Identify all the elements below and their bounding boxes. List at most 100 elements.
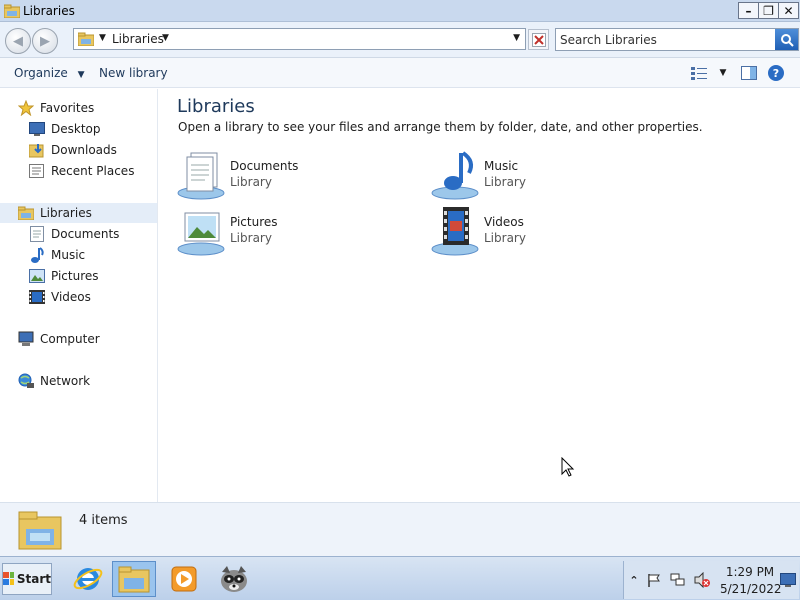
- svg-text:?: ?: [773, 67, 779, 80]
- search-box[interactable]: [555, 28, 799, 51]
- back-button[interactable]: ◀: [5, 28, 31, 54]
- breadcrumb-dropdown-icon[interactable]: ▼: [162, 33, 169, 43]
- sidebar-item-desktop[interactable]: Desktop: [29, 119, 101, 139]
- content-pane: Libraries Open a library to see your fil…: [160, 89, 800, 502]
- network-tray-icon[interactable]: [670, 572, 686, 588]
- back-arrow-icon: ◀: [13, 33, 23, 49]
- taskbar-app-windows-explorer[interactable]: [112, 561, 156, 597]
- help-button[interactable]: ?: [767, 64, 785, 82]
- close-icon: ✕: [783, 3, 794, 18]
- music-library-icon: [431, 151, 481, 201]
- library-item-pictures[interactable]: Pictures Library: [177, 207, 427, 259]
- preview-pane-button[interactable]: [740, 64, 758, 82]
- taskbar-app-raccoon[interactable]: [212, 561, 256, 597]
- start-button[interactable]: Start: [2, 563, 52, 595]
- clock-date[interactable]: 5/21/2022: [720, 582, 782, 596]
- sidebar-item-label: Music: [51, 248, 86, 262]
- page-description: Open a library to see your files and arr…: [178, 120, 703, 134]
- address-history-dropdown-icon[interactable]: ▼: [513, 33, 520, 43]
- address-bar[interactable]: ▼ Libraries ▼ ▼: [73, 28, 526, 50]
- library-type: Library: [230, 175, 272, 189]
- library-name: Documents: [230, 159, 299, 173]
- refresh-button[interactable]: [528, 29, 549, 50]
- library-item-music[interactable]: Music Library: [431, 151, 681, 203]
- close-button[interactable]: ✕: [778, 2, 799, 19]
- pictures-library-icon: [177, 207, 227, 257]
- documents-icon: [29, 226, 45, 242]
- sidebar-item-videos[interactable]: Videos: [29, 287, 91, 307]
- chevron-down-icon: ▼: [77, 70, 85, 80]
- action-center-flag-icon[interactable]: [646, 572, 662, 588]
- sidebar-item-documents[interactable]: Documents: [29, 224, 119, 244]
- forward-button[interactable]: ▶: [32, 28, 58, 54]
- libraries-icon: [18, 205, 34, 221]
- change-view-button[interactable]: [690, 64, 708, 82]
- taskbar-app-media-player[interactable]: [162, 561, 206, 597]
- organize-menu[interactable]: Organize ▼: [14, 66, 85, 80]
- organize-label: Organize: [14, 66, 68, 80]
- volume-muted-icon[interactable]: [694, 572, 710, 588]
- library-type: Library: [230, 231, 272, 245]
- item-count: 4 items: [79, 513, 128, 528]
- sidebar-item-label: Network: [40, 374, 91, 388]
- music-icon: [29, 247, 45, 263]
- sidebar-item-label: Favorites: [40, 101, 95, 115]
- sidebar-item-label: Desktop: [51, 122, 101, 136]
- title-bar[interactable]: Libraries – ❐ ✕: [0, 0, 800, 22]
- sidebar-item-pictures[interactable]: Pictures: [29, 266, 99, 286]
- sidebar-item-recent-places[interactable]: Recent Places: [29, 161, 134, 181]
- recent-places-icon: [29, 163, 45, 179]
- breadcrumb-separator-icon[interactable]: ▼: [99, 33, 106, 43]
- library-type: Library: [484, 175, 526, 189]
- windows-explorer-icon: [118, 566, 150, 593]
- command-bar: Organize ▼ New library ▼ ?: [0, 58, 800, 88]
- sidebar-item-downloads[interactable]: Downloads: [29, 140, 117, 160]
- sidebar-item-label: Recent Places: [51, 164, 135, 178]
- sidebar-item-computer[interactable]: Computer: [18, 329, 100, 349]
- breadcrumb-libraries[interactable]: Libraries: [112, 32, 164, 46]
- sidebar-item-label: Downloads: [51, 143, 117, 157]
- sidebar-item-libraries[interactable]: Libraries: [0, 203, 157, 223]
- navigation-bar: ◀ ▶ ▼ Libraries ▼ ▼: [0, 22, 800, 58]
- libraries-large-icon: [18, 509, 64, 551]
- sidebar-item-label: Computer: [40, 332, 100, 346]
- documents-library-icon: [177, 151, 227, 201]
- notification-area: ⌃ 1:29 PM 5/21/2022: [623, 561, 799, 599]
- page-title: Libraries: [177, 96, 255, 117]
- window-title: Libraries: [23, 4, 75, 18]
- sidebar-item-music[interactable]: Music: [29, 245, 85, 265]
- view-dropdown-icon[interactable]: ▼: [714, 64, 732, 82]
- sidebar-item-label: Pictures: [51, 269, 99, 283]
- mouse-pointer-icon: [561, 457, 575, 477]
- search-input[interactable]: [560, 31, 772, 48]
- library-item-videos[interactable]: Videos Library: [431, 207, 681, 259]
- preview-pane-icon: [741, 66, 757, 80]
- taskbar-app-internet-explorer[interactable]: [66, 561, 110, 597]
- search-button[interactable]: [775, 29, 798, 50]
- windows-logo-icon: [3, 572, 14, 585]
- clock-time[interactable]: 1:29 PM: [720, 565, 780, 579]
- computer-icon: [18, 331, 34, 347]
- desktop-icon: [29, 121, 45, 137]
- maximize-button[interactable]: ❐: [758, 2, 779, 19]
- view-options-icon: [691, 67, 707, 80]
- sidebar-item-label: Videos: [51, 290, 91, 304]
- minimize-button[interactable]: –: [738, 2, 759, 19]
- library-type: Library: [484, 231, 526, 245]
- forward-arrow-icon: ▶: [40, 33, 50, 49]
- show-hidden-icons-icon[interactable]: ⌃: [626, 572, 642, 588]
- search-icon: [780, 33, 794, 47]
- sidebar-item-label: Libraries: [40, 206, 92, 220]
- internet-explorer-icon: [73, 568, 103, 590]
- videos-icon: [29, 289, 45, 305]
- show-desktop-icon[interactable]: [780, 572, 796, 588]
- sidebar-item-network[interactable]: Network: [18, 371, 90, 391]
- sidebar-item-favorites[interactable]: Favorites: [18, 98, 94, 118]
- videos-library-icon: [431, 207, 481, 257]
- maximize-icon: ❐: [763, 3, 774, 18]
- library-item-documents[interactable]: Documents Library: [177, 151, 427, 203]
- new-library-button[interactable]: New library: [99, 66, 168, 80]
- help-icon: ?: [768, 65, 784, 81]
- sidebar-item-label: Documents: [51, 227, 120, 241]
- downloads-icon: [29, 142, 45, 158]
